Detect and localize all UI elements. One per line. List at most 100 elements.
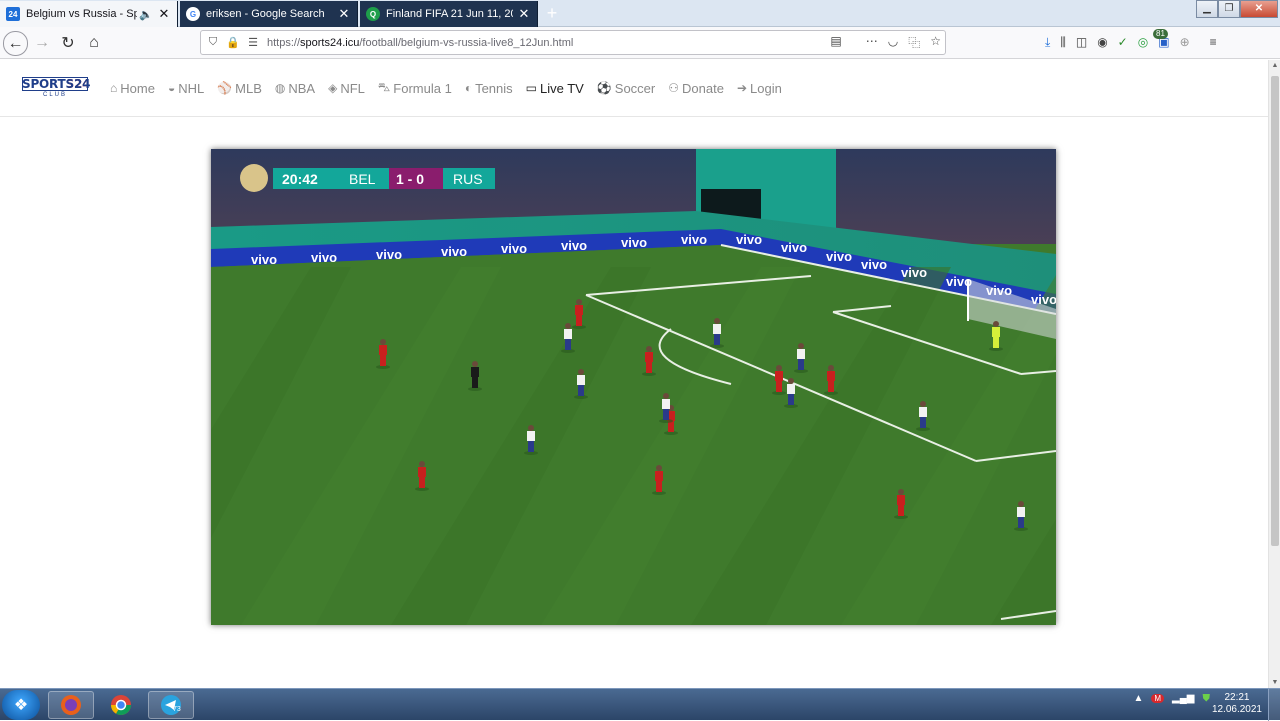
- soccer-icon: ⚽: [596, 81, 612, 95]
- close-tab-icon[interactable]: ✕: [517, 6, 531, 22]
- account-icon[interactable]: ◉: [1097, 35, 1107, 50]
- menu-mlb[interactable]: ⚾ MLB: [217, 81, 262, 96]
- back-arrow-icon: ←: [7, 34, 24, 52]
- extension-globe-icon[interactable]: ⊕: [1180, 35, 1190, 50]
- more-actions-icon[interactable]: ⋯: [866, 34, 878, 51]
- pocket-icon[interactable]: ◡: [888, 34, 898, 51]
- menu-login[interactable]: ➔ Login: [737, 81, 782, 96]
- permissions-icon[interactable]: ☰: [245, 36, 261, 49]
- home-button[interactable]: ⌂: [82, 31, 106, 55]
- speaker-icon[interactable]: 🔈: [139, 8, 153, 21]
- ad-board-text: vivo: [621, 235, 647, 250]
- telegram-unread-badge: 73: [173, 706, 181, 713]
- url-text[interactable]: https://sports24.icu/football/belgium-vs…: [267, 37, 573, 49]
- menu-nhl[interactable]: ◒ NHL: [168, 81, 204, 96]
- login-icon: ➔: [736, 81, 747, 95]
- start-button[interactable]: ❖: [2, 690, 40, 720]
- home-team: BEL: [349, 171, 376, 187]
- away-team: RUS: [453, 171, 483, 187]
- clock-time: 22:21: [1224, 692, 1250, 703]
- system-clock[interactable]: 22:21 12.06.2021: [1212, 692, 1262, 716]
- menu-home[interactable]: ⌂ Home: [110, 81, 155, 96]
- ad-board-text: vivo: [946, 274, 972, 289]
- menu-soccer[interactable]: ⚽ Soccer: [597, 81, 655, 96]
- taskbar-firefox[interactable]: [48, 691, 94, 719]
- network-icon[interactable]: ⛊: [1203, 693, 1211, 704]
- sports24-favicon-icon: 24: [6, 7, 20, 21]
- translate-icon[interactable]: ⿻: [908, 34, 920, 51]
- lock-icon[interactable]: 🔒: [225, 36, 241, 49]
- sidebar-icon[interactable]: ◫: [1076, 35, 1087, 50]
- tab-finland-fifa[interactable]: Q Finland FIFA 21 Jun 11, 2021 So ✕: [360, 1, 538, 27]
- restore-icon[interactable]: ❐: [1218, 0, 1240, 18]
- menu-label: Home: [120, 80, 155, 96]
- home-icon: ⌂: [110, 81, 118, 95]
- scroll-down-icon[interactable]: ▼: [1269, 679, 1280, 686]
- ad-board-text: vivo: [681, 232, 707, 247]
- tab-title: eriksen - Google Search: [206, 8, 325, 20]
- tab-belgium-vs-russia[interactable]: 24 Belgium vs Russia - Sports24 🔈 ✕: [0, 1, 178, 27]
- downloads-icon[interactable]: ⤓: [1045, 35, 1050, 50]
- url-bar[interactable]: ⛉ 🔒 ☰ https://sports24.icu/football/belg…: [200, 30, 946, 55]
- menu-live-tv[interactable]: ▭ Live TV: [526, 81, 584, 96]
- menu-donate[interactable]: ⚇ Donate: [668, 81, 724, 96]
- clock-date: 12.06.2021: [1211, 704, 1262, 715]
- menu-label: NHL: [178, 80, 205, 96]
- video-player[interactable]: 20:42 BEL 1 - 0 RUS vivo vivo vivo vivo vivo…: [211, 149, 1056, 625]
- extension-shield-icon[interactable]: ✓: [1118, 35, 1128, 50]
- hockey-icon: ◒: [167, 81, 176, 95]
- close-tab-icon[interactable]: ✕: [157, 6, 171, 22]
- match-broadcast-frame: 20:42 BEL 1 - 0 RUS vivo vivo vivo vivo vivo…: [211, 149, 1056, 625]
- menu-nfl[interactable]: ◈ NFL: [328, 81, 365, 96]
- tab-eriksen-search[interactable]: G eriksen - Google Search ✕: [180, 1, 358, 27]
- menu-formula-1[interactable]: ⛍ Formula 1: [378, 80, 452, 96]
- menu-label: Donate: [682, 80, 724, 96]
- close-window-icon[interactable]: ✕: [1240, 0, 1278, 18]
- menu-tennis[interactable]: ◐ Tennis: [465, 81, 513, 96]
- match-clock: 20:42: [282, 171, 318, 187]
- ad-board-text: vivo: [736, 232, 762, 247]
- baseball-icon: ⚾: [217, 81, 233, 95]
- page-content: SPORTS24 CLUB ⌂ Home ◒ NHL ⚾ MLB ◍ NBA ◈ NFL ⛍ Form…: [0, 60, 1268, 688]
- menu-nba[interactable]: ◍ NBA: [275, 81, 315, 96]
- library-icon[interactable]: ⫼: [1060, 35, 1066, 50]
- minimize-icon[interactable]: ▁: [1196, 0, 1218, 18]
- forward-button[interactable]: →: [30, 31, 54, 55]
- menu-hamburger-icon[interactable]: ≡: [1210, 35, 1217, 50]
- taskbar-telegram[interactable]: 73: [148, 691, 194, 719]
- scroll-up-icon[interactable]: ▲: [1269, 62, 1280, 69]
- system-tray: ▲ M ▂▄▆ ⛊: [1133, 693, 1210, 704]
- show-desktop-button[interactable]: [1268, 689, 1280, 721]
- euro-trophy-icon: [240, 164, 268, 192]
- taskbar-chrome[interactable]: [98, 691, 144, 719]
- new-tab-icon[interactable]: +: [542, 3, 562, 24]
- main-menu: ⌂ Home ◒ NHL ⚾ MLB ◍ NBA ◈ NFL ⛍ Formula 1 ◐ Tennis ▭ L…: [110, 80, 795, 96]
- ad-board-text: vivo: [501, 241, 527, 256]
- bookmark-star-icon[interactable]: ☆: [930, 34, 941, 51]
- menu-label: Tennis: [475, 80, 513, 96]
- url-path: /football/belgium-vs-russia-live8_12Jun.…: [359, 36, 574, 49]
- back-button[interactable]: ←: [3, 31, 28, 56]
- signal-icon[interactable]: ▂▄▆: [1172, 693, 1194, 704]
- tray-expand-icon[interactable]: ▲: [1133, 693, 1143, 704]
- windows-logo-icon: ❖: [13, 697, 29, 714]
- reload-button[interactable]: ↻: [56, 31, 80, 55]
- ad-board-text: vivo: [441, 244, 467, 259]
- home-icon: ⌂: [89, 34, 99, 51]
- site-header: SPORTS24 CLUB ⌂ Home ◒ NHL ⚾ MLB ◍ NBA ◈ NFL ⛍ Form…: [0, 60, 1268, 117]
- tracking-shield-icon[interactable]: ⛉: [205, 36, 221, 49]
- ad-board-text: vivo: [826, 249, 852, 264]
- url-domain: sports24.icu: [300, 36, 360, 49]
- sports24-logo[interactable]: SPORTS24 CLUB: [22, 77, 90, 99]
- extension-green-icon[interactable]: ◎: [1138, 35, 1148, 50]
- reload-icon: ↻: [61, 35, 75, 52]
- tray-antivirus-icon[interactable]: M: [1151, 694, 1165, 703]
- page-scrollbar[interactable]: ▲ ▼: [1268, 60, 1280, 688]
- logo-frame: [22, 77, 88, 91]
- reader-view-icon[interactable]: ▤: [830, 34, 841, 51]
- scrollbar-thumb[interactable]: [1271, 76, 1279, 546]
- extension-count-badge: 81: [1153, 29, 1168, 39]
- close-tab-icon[interactable]: ✕: [337, 6, 351, 22]
- basketball-icon: ◍: [274, 81, 286, 95]
- menu-label: Soccer: [614, 80, 656, 96]
